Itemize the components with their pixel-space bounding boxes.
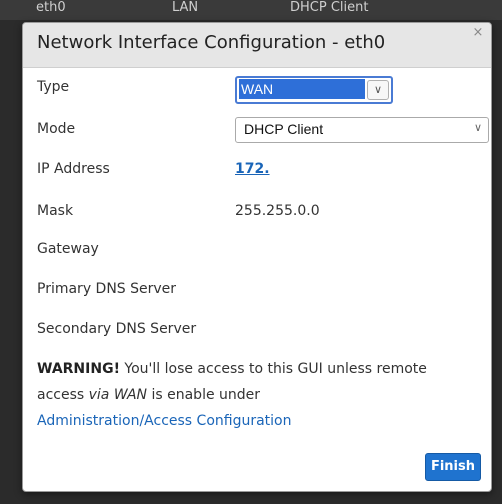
ip-address-link[interactable]: 172. bbox=[235, 161, 270, 177]
mode-selected-value: DHCP Client bbox=[244, 121, 324, 137]
primary-dns-label: Primary DNS Server bbox=[37, 281, 177, 297]
chevron-down-icon: ∨ bbox=[367, 80, 389, 100]
background-mode-cell: DHCP Client bbox=[290, 0, 369, 15]
mode-select[interactable]: DHCP Client ∨ bbox=[235, 117, 489, 143]
ip-address-label: IP Address bbox=[37, 161, 110, 177]
chevron-down-icon: ∨ bbox=[473, 122, 482, 134]
dialog-header: Network Interface Configuration - eth0 × bbox=[23, 23, 491, 68]
background-type-cell: LAN bbox=[172, 0, 199, 15]
type-label: Type bbox=[37, 79, 70, 95]
secondary-dns-label: Secondary DNS Server bbox=[37, 321, 197, 337]
type-selected-value: WAN bbox=[239, 79, 365, 99]
finish-button[interactable]: Finish bbox=[425, 453, 481, 481]
warning-strong: WARNING! bbox=[37, 361, 120, 377]
mask-value: 255.255.0.0 bbox=[235, 203, 320, 219]
background-iface-cell: eth0 bbox=[36, 0, 66, 15]
mask-label: Mask bbox=[37, 203, 74, 219]
close-icon[interactable]: × bbox=[471, 26, 485, 40]
network-interface-dialog: Network Interface Configuration - eth0 ×… bbox=[22, 22, 492, 492]
warning-message: WARNING! You'll lose access to this GUI … bbox=[37, 356, 477, 434]
background-left-edge bbox=[0, 20, 18, 504]
dialog-title: Network Interface Configuration - eth0 bbox=[37, 32, 386, 53]
access-configuration-link[interactable]: Administration/Access Configuration bbox=[37, 413, 291, 429]
warning-emphasis: via WAN bbox=[88, 387, 148, 403]
warning-text-2: is enable under bbox=[147, 387, 261, 403]
gateway-label: Gateway bbox=[37, 241, 99, 257]
mode-label: Mode bbox=[37, 121, 76, 137]
type-select[interactable]: WAN ∨ bbox=[235, 76, 393, 104]
background-table-row: eth0 LAN DHCP Client bbox=[0, 0, 502, 20]
